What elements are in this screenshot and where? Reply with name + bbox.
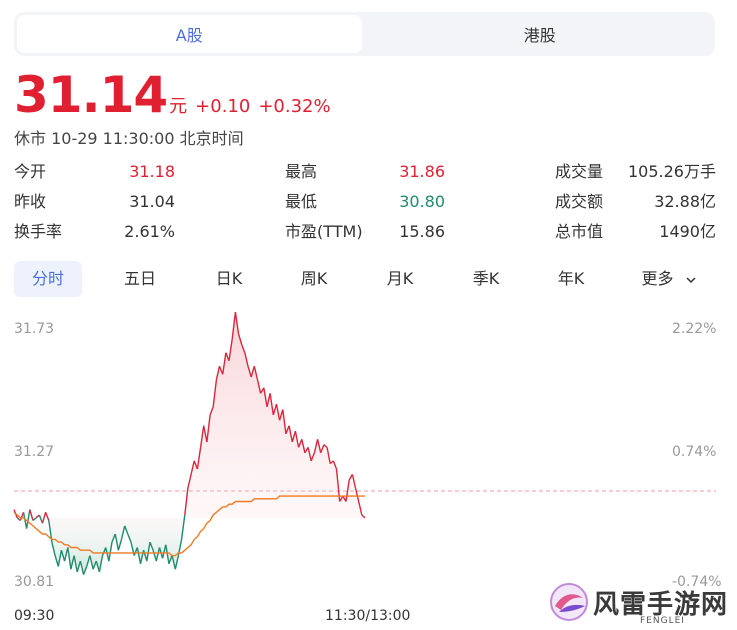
tab-a-shares[interactable]: A股: [17, 15, 362, 53]
watermark-sub: FENGLEI: [640, 616, 685, 626]
stat-market-cap: 总市值 1490亿: [555, 221, 716, 243]
y-tick-left-mid: 31.27: [14, 444, 55, 460]
stat-label: 昨收: [14, 192, 47, 211]
y-tick-left-bottom: 30.81: [14, 574, 55, 590]
stat-pe-ttm: 市盈(TTM) 15.86: [285, 221, 445, 243]
current-price: 31.14: [14, 66, 168, 124]
stat-value: 105.26万手: [628, 162, 716, 181]
stat-label: 市盈(TTM): [285, 222, 363, 241]
stat-value: 31.86: [399, 162, 445, 181]
stat-label: 最低: [285, 192, 318, 211]
price-change-percent: +0.32%: [258, 96, 331, 117]
tab-five-day[interactable]: 五日: [106, 261, 174, 297]
tab-daily-k[interactable]: 日K: [195, 261, 263, 297]
stat-label: 成交额: [555, 192, 604, 211]
x-tick-open: 09:30: [14, 608, 55, 624]
stat-value: 30.80: [399, 192, 445, 211]
stat-turnover-rate: 换手率 2.61%: [14, 221, 175, 243]
tab-intraday[interactable]: 分时: [14, 261, 82, 297]
tab-yearly-k[interactable]: 年K: [537, 261, 605, 297]
stat-low: 最低 30.80: [285, 191, 445, 213]
stat-volume: 成交量 105.26万手: [555, 161, 716, 183]
stat-value: 1490亿: [659, 222, 716, 241]
area-fill: [14, 312, 365, 575]
stat-value: 31.18: [129, 162, 175, 181]
tab-monthly-k[interactable]: 月K: [366, 261, 434, 297]
market-tabs: A股 港股: [14, 12, 715, 56]
more-label: 更多: [641, 269, 674, 288]
period-tabs: 分时 五日 日K 周K 月K 季K 年K 更多: [14, 261, 714, 297]
stat-prev-close: 昨收 31.04: [14, 191, 175, 213]
price-change: +0.10: [195, 96, 251, 117]
stat-value: 15.86: [399, 222, 445, 241]
more-dropdown[interactable]: 更多: [634, 261, 704, 297]
stat-label: 成交量: [555, 162, 604, 181]
stat-value: 2.61%: [124, 222, 175, 241]
stat-value: 32.88亿: [654, 192, 716, 211]
watermark-logo: [550, 583, 588, 621]
stat-value: 31.04: [129, 192, 175, 211]
y-tick-right-top: 2.22%: [672, 321, 717, 337]
tab-weekly-k[interactable]: 周K: [280, 261, 348, 297]
y-tick-left-top: 31.73: [14, 321, 55, 337]
x-tick-midday: 11:30/13:00: [325, 608, 411, 624]
stat-label: 换手率: [14, 222, 63, 241]
price-unit: 元: [169, 96, 188, 117]
site-watermark: 风雷手游网 FENGLEI: [545, 578, 730, 628]
tab-hk-shares[interactable]: 港股: [368, 15, 713, 53]
stat-label: 最高: [285, 162, 318, 181]
stat-high: 最高 31.86: [285, 161, 445, 183]
stat-turnover-amount: 成交额 32.88亿: [555, 191, 716, 213]
market-status: 休市 10-29 11:30:00 北京时间: [14, 129, 244, 148]
price-row: 31.14 元 +0.10 +0.32%: [14, 68, 331, 122]
chevron-down-icon: [686, 276, 696, 283]
stat-label: 今开: [14, 162, 47, 181]
tab-quarterly-k[interactable]: 季K: [452, 261, 520, 297]
stat-open: 今开 31.18: [14, 161, 175, 183]
y-tick-right-mid: 0.74%: [672, 444, 717, 460]
stat-label: 总市值: [555, 222, 604, 241]
